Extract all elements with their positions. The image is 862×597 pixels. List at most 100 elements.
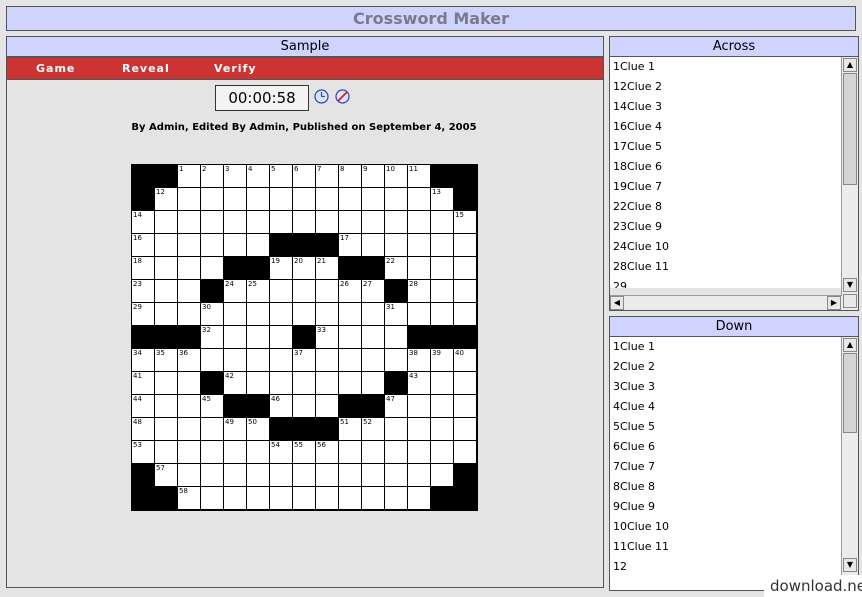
grid-cell[interactable] — [339, 188, 362, 211]
down-clue-item[interactable]: 6Clue 6 — [610, 437, 842, 457]
grid-cell[interactable] — [270, 188, 293, 211]
grid-cell[interactable] — [270, 372, 293, 395]
grid-cell[interactable] — [224, 349, 247, 372]
grid-cell[interactable] — [293, 372, 316, 395]
grid-cell[interactable] — [454, 280, 477, 303]
grid-cell[interactable] — [408, 211, 431, 234]
grid-cell[interactable] — [385, 188, 408, 211]
grid-cell[interactable] — [408, 395, 431, 418]
grid-cell[interactable] — [201, 211, 224, 234]
grid-cell[interactable] — [247, 349, 270, 372]
grid-cell[interactable]: 29 — [132, 303, 155, 326]
across-clue-item[interactable]: 1Clue 1 — [610, 57, 842, 77]
grid-cell[interactable] — [316, 372, 339, 395]
grid-cell[interactable]: 1 — [178, 165, 201, 188]
grid-cell[interactable] — [339, 211, 362, 234]
grid-cell[interactable] — [454, 234, 477, 257]
grid-cell[interactable] — [316, 280, 339, 303]
grid-cell[interactable] — [316, 188, 339, 211]
down-clue-item[interactable]: 5Clue 5 — [610, 417, 842, 437]
grid-cell[interactable]: 4 — [247, 165, 270, 188]
grid-cell[interactable]: 58 — [178, 487, 201, 510]
grid-cell[interactable]: 30 — [201, 303, 224, 326]
grid-cell[interactable] — [178, 395, 201, 418]
grid-cell[interactable] — [270, 464, 293, 487]
grid-cell[interactable]: 53 — [132, 441, 155, 464]
grid-cell[interactable] — [178, 441, 201, 464]
grid-cell[interactable] — [201, 257, 224, 280]
grid-cell[interactable]: 33 — [316, 326, 339, 349]
scroll-up-icon[interactable]: ▲ — [843, 338, 857, 352]
across-clue-item[interactable]: 12Clue 2 — [610, 77, 842, 97]
grid-cell[interactable] — [201, 418, 224, 441]
grid-cell[interactable] — [270, 326, 293, 349]
grid-cell[interactable] — [155, 211, 178, 234]
grid-cell[interactable]: 26 — [339, 280, 362, 303]
clock-icon[interactable] — [314, 89, 329, 104]
grid-cell[interactable] — [247, 211, 270, 234]
grid-cell[interactable] — [155, 257, 178, 280]
grid-cell[interactable] — [385, 487, 408, 510]
grid-cell[interactable] — [362, 441, 385, 464]
grid-cell[interactable] — [247, 303, 270, 326]
grid-cell[interactable] — [178, 303, 201, 326]
grid-cell[interactable] — [224, 326, 247, 349]
grid-cell[interactable]: 11 — [408, 165, 431, 188]
grid-cell[interactable] — [454, 303, 477, 326]
grid-cell[interactable] — [385, 349, 408, 372]
grid-cell[interactable]: 5 — [270, 165, 293, 188]
down-clue-item[interactable]: 1Clue 1 — [610, 337, 842, 357]
grid-cell[interactable]: 14 — [132, 211, 155, 234]
menu-game[interactable]: Game — [36, 58, 75, 79]
grid-cell[interactable] — [247, 464, 270, 487]
grid-cell[interactable]: 35 — [155, 349, 178, 372]
grid-cell[interactable] — [385, 234, 408, 257]
scroll-up-icon[interactable]: ▲ — [843, 58, 857, 72]
grid-cell[interactable]: 56 — [316, 441, 339, 464]
grid-cell[interactable] — [408, 441, 431, 464]
grid-cell[interactable] — [454, 441, 477, 464]
across-clue-item[interactable]: 24Clue 10 — [610, 237, 842, 257]
grid-cell[interactable] — [201, 188, 224, 211]
down-clue-item[interactable]: 3Clue 3 — [610, 377, 842, 397]
down-clue-item[interactable]: 7Clue 7 — [610, 457, 842, 477]
across-clue-item[interactable]: 18Clue 6 — [610, 157, 842, 177]
grid-cell[interactable] — [224, 487, 247, 510]
grid-cell[interactable] — [431, 372, 454, 395]
grid-cell[interactable]: 57 — [155, 464, 178, 487]
grid-cell[interactable] — [339, 464, 362, 487]
grid-cell[interactable] — [431, 418, 454, 441]
grid-cell[interactable] — [339, 487, 362, 510]
grid-cell[interactable] — [316, 349, 339, 372]
grid-cell[interactable]: 8 — [339, 165, 362, 188]
across-clue-item[interactable]: 29 — [610, 277, 842, 288]
grid-cell[interactable] — [178, 372, 201, 395]
grid-cell[interactable] — [431, 464, 454, 487]
down-vertical-scrollbar[interactable]: ▲ ▼ — [841, 337, 858, 590]
grid-cell[interactable] — [431, 211, 454, 234]
grid-cell[interactable] — [316, 211, 339, 234]
grid-cell[interactable] — [316, 395, 339, 418]
grid-cell[interactable]: 2 — [201, 165, 224, 188]
down-clue-item[interactable]: 10Clue 10 — [610, 517, 842, 537]
grid-cell[interactable] — [270, 211, 293, 234]
grid-cell[interactable]: 42 — [224, 372, 247, 395]
grid-cell[interactable]: 54 — [270, 441, 293, 464]
grid-cell[interactable] — [408, 234, 431, 257]
grid-cell[interactable] — [362, 464, 385, 487]
grid-cell[interactable] — [293, 188, 316, 211]
grid-cell[interactable] — [224, 441, 247, 464]
grid-cell[interactable] — [408, 418, 431, 441]
grid-cell[interactable]: 50 — [247, 418, 270, 441]
grid-cell[interactable] — [339, 326, 362, 349]
menu-reveal[interactable]: Reveal — [122, 58, 170, 79]
grid-cell[interactable]: 51 — [339, 418, 362, 441]
grid-cell[interactable]: 34 — [132, 349, 155, 372]
grid-cell[interactable]: 19 — [270, 257, 293, 280]
cancel-icon[interactable] — [335, 89, 350, 104]
grid-cell[interactable] — [224, 188, 247, 211]
scroll-down-icon[interactable]: ▼ — [843, 558, 857, 572]
grid-cell[interactable] — [408, 464, 431, 487]
grid-cell[interactable] — [454, 395, 477, 418]
grid-cell[interactable] — [385, 211, 408, 234]
